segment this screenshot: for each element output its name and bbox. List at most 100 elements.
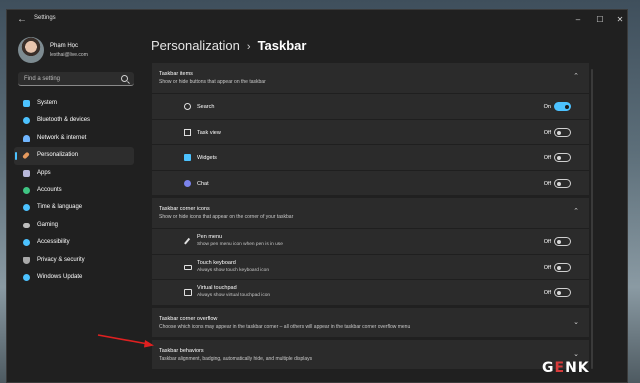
sidebar-item-gaming[interactable]: Gaming (14, 217, 134, 234)
search-icon[interactable] (121, 75, 128, 82)
toggle-state: Off (543, 180, 551, 187)
sidebar-item-label: System (37, 100, 58, 106)
sidebar-item-accessibility[interactable]: Accessibility (14, 234, 134, 251)
list-item: Search On (152, 93, 589, 119)
row-label: Virtual touchpad (197, 285, 237, 291)
shield-icon (23, 256, 30, 264)
window-title: Settings (34, 15, 56, 21)
sidebar-item-privacy[interactable]: Privacy & security (14, 252, 134, 269)
bluetooth-icon (23, 117, 30, 125)
sidebar-item-label: Time & language (37, 204, 83, 211)
sidebar-nav: System Bluetooth & devices Network & int… (14, 95, 134, 286)
sidebar-item-personalization[interactable]: Personalization (14, 147, 134, 165)
section-subtitle: Taskbar alignment, badging, automaticall… (159, 356, 313, 362)
corner-overflow-section[interactable]: Taskbar corner overflow Choose which ico… (152, 308, 589, 337)
corner-icons-section: Taskbar corner icons Show or hide icons … (152, 198, 589, 305)
list-item: Widgets Off (152, 144, 589, 170)
section-subtitle: Show or hide buttons that appear on the … (159, 79, 266, 85)
chat-toggle[interactable] (554, 178, 571, 188)
update-icon (23, 273, 30, 281)
wifi-icon (23, 134, 30, 142)
sidebar-item-apps[interactable]: Apps (14, 165, 134, 182)
keyboard-icon (184, 264, 192, 270)
chevron-down-icon[interactable]: ⌄ (573, 319, 579, 327)
sidebar-item-network[interactable]: Network & internet (14, 130, 134, 147)
section-title: Taskbar corner icons (159, 206, 210, 212)
apps-icon (23, 169, 30, 177)
sidebar-item-label: Gaming (37, 221, 59, 228)
genk-watermark-logo: GENK (542, 360, 590, 376)
brush-icon (22, 151, 30, 160)
scrollbar[interactable] (591, 69, 593, 369)
taskbar-items-section: Taskbar items Show or hide buttons that … (152, 63, 589, 195)
row-label: Pen menu (197, 234, 223, 240)
search-input[interactable]: Find a setting (18, 72, 134, 86)
corner-icons-header[interactable]: Taskbar corner icons Show or hide icons … (152, 198, 589, 228)
watermark-letter: NK (565, 360, 590, 376)
search-placeholder: Find a setting (24, 76, 61, 82)
profile-name: Phạm Học (50, 43, 79, 49)
row-label: Search (197, 104, 215, 110)
sidebar-item-label: Apps (37, 169, 51, 176)
person-icon (23, 186, 30, 194)
taskbar-items-header[interactable]: Taskbar items Show or hide buttons that … (152, 63, 589, 93)
section-title: Taskbar behaviors (159, 348, 204, 354)
sidebar-item-label: Network & internet (37, 134, 87, 141)
chevron-up-icon[interactable]: ⌃ (573, 208, 579, 216)
list-item: Task view Off (152, 118, 589, 144)
touchpad-icon (184, 289, 192, 296)
sidebar-item-accounts[interactable]: Accounts (14, 182, 134, 199)
task-view-icon (184, 128, 191, 136)
widgets-icon (184, 154, 191, 161)
sidebar-item-label: Privacy & security (37, 256, 85, 263)
list-item: Virtual touchpad Always show virtual tou… (152, 279, 589, 305)
sidebar-item-label: Bluetooth & devices (37, 117, 91, 124)
task-view-toggle[interactable] (554, 127, 571, 137)
close-icon[interactable]: ✕ (613, 13, 627, 27)
sidebar-item-label: Accounts (37, 186, 62, 193)
touch-keyboard-toggle[interactable] (554, 262, 571, 272)
toggle-state: Off (543, 155, 551, 161)
row-label: Chat (197, 180, 209, 187)
monitor-icon (23, 100, 30, 107)
breadcrumb-parent[interactable]: Personalization (151, 38, 240, 53)
back-arrow-icon[interactable]: ← (17, 14, 29, 26)
profile-email: lexthai@live.com (50, 52, 88, 58)
row-label: Touch keyboard (197, 259, 236, 266)
gamepad-icon (23, 222, 30, 228)
avatar[interactable] (18, 37, 44, 63)
breadcrumb-separator: › (246, 41, 251, 53)
sidebar-item-windows-update[interactable]: Windows Update (14, 269, 134, 286)
toggle-state: Off (543, 264, 551, 271)
sidebar-item-time-language[interactable]: Time & language (14, 199, 134, 216)
row-label: Widgets (197, 155, 217, 161)
chevron-up-icon[interactable]: ⌃ (573, 73, 579, 81)
watermark-letter: G (542, 360, 555, 376)
annotation-arrow-icon (97, 334, 154, 348)
maximize-icon[interactable]: ☐ (593, 13, 607, 27)
section-title: Taskbar corner overflow (159, 316, 218, 322)
search-toggle[interactable] (554, 102, 571, 111)
pen-menu-toggle[interactable] (554, 237, 571, 246)
row-description: Always show touch keyboard icon (197, 267, 269, 273)
sidebar-item-system[interactable]: System (14, 95, 134, 112)
search-icon (184, 103, 191, 110)
chat-icon (184, 179, 191, 187)
virtual-touchpad-toggle[interactable] (554, 288, 571, 297)
chevron-down-icon[interactable]: ⌄ (573, 351, 579, 359)
section-title: Taskbar items (159, 71, 193, 77)
sidebar-item-label: Accessibility (37, 239, 70, 246)
globe-icon (23, 204, 30, 212)
list-item: Chat Off (152, 169, 589, 195)
row-label: Task view (197, 129, 221, 136)
breadcrumb: Personalization › Taskbar (151, 38, 306, 53)
minimize-icon[interactable]: – (571, 13, 585, 27)
sidebar-item-label: Personalization (37, 152, 79, 159)
row-description: Show pen menu icon when pen is in use (197, 242, 283, 247)
list-item: Touch keyboard Always show touch keyboar… (152, 253, 589, 279)
sidebar-item-bluetooth[interactable]: Bluetooth & devices (14, 112, 134, 129)
widgets-toggle[interactable] (554, 153, 571, 162)
toggle-state: Off (543, 129, 551, 136)
settings-window: ← Settings – ☐ ✕ Phạm Học lexthai@live.c… (6, 9, 628, 383)
behaviors-section[interactable]: Taskbar behaviors Taskbar alignment, bad… (152, 340, 589, 369)
